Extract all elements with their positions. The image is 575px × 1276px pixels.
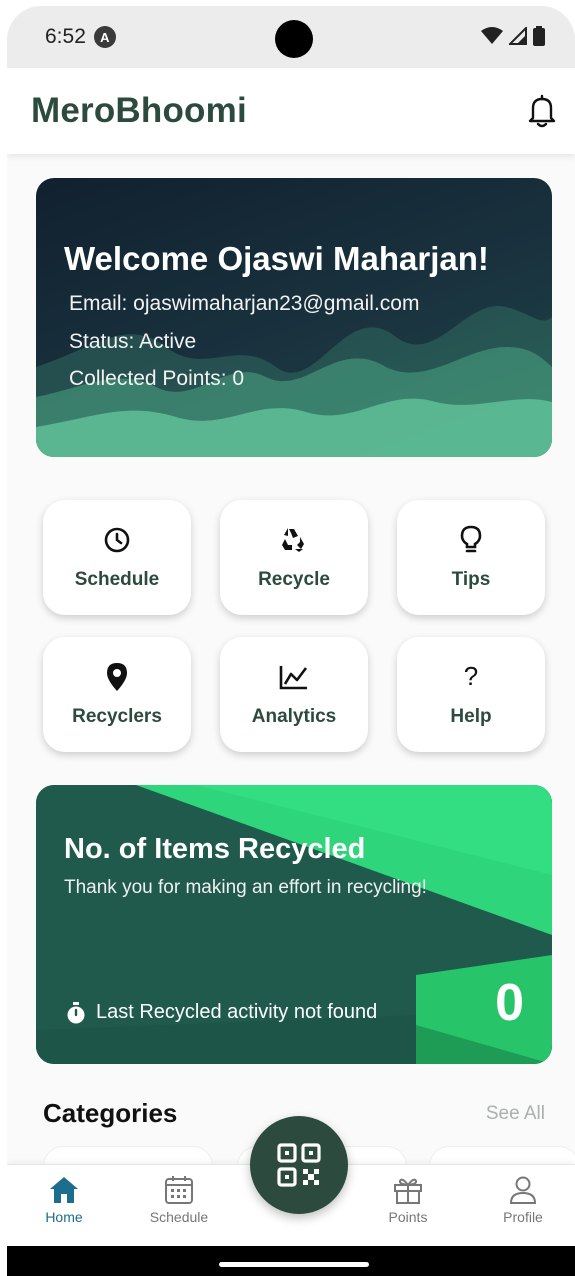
tile-recycle[interactable]: Recycle [220, 500, 368, 615]
phone-screen: 6:52 A MeroBhoomi Welcome Ojaswi Maharja… [7, 6, 575, 1276]
gesture-handle[interactable] [219, 1262, 369, 1267]
welcome-status: Status: Active [69, 330, 197, 353]
line-chart-icon [279, 662, 309, 692]
camera-cutout [275, 20, 313, 58]
tile-recyclers[interactable]: Recyclers [43, 637, 191, 752]
clock-icon [103, 525, 131, 555]
recycled-subtitle: Thank you for making an effort in recycl… [64, 877, 427, 898]
app-title: MeroBhoomi [31, 91, 247, 130]
welcome-title: Welcome Ojaswi Maharjan! [64, 240, 489, 277]
last-activity-text: Last Recycled activity not found [96, 1001, 378, 1023]
signal-icon [509, 27, 527, 45]
system-navigation-bar [7, 1246, 575, 1276]
nav-label: Schedule [149, 1209, 209, 1225]
items-recycled-card: No. of Items Recycled Thank you for maki… [36, 785, 552, 1064]
see-all-link[interactable]: See All [486, 1103, 545, 1125]
notification-badge-icon: A [93, 26, 116, 48]
nav-home[interactable]: Home [19, 1175, 109, 1225]
tile-tips[interactable]: Tips [397, 500, 545, 615]
bell-icon[interactable] [527, 94, 557, 128]
app-header: MeroBhoomi [7, 68, 575, 154]
status-icons [481, 26, 545, 46]
recycle-icon [279, 525, 309, 555]
welcome-points: Collected Points: 0 [69, 367, 245, 390]
location-pin-icon [106, 662, 128, 692]
tile-help[interactable]: ? Help [397, 637, 545, 752]
tile-label: Recycle [258, 568, 330, 590]
nav-label: Profile [503, 1209, 543, 1225]
qr-scan-button[interactable] [250, 1116, 348, 1214]
recycled-count: 0 [495, 974, 524, 1032]
calendar-icon [165, 1176, 193, 1204]
tile-schedule[interactable]: Schedule [43, 500, 191, 615]
welcome-email: Email: ojaswimaharjan23@gmail.com [69, 292, 420, 315]
battery-icon [533, 26, 545, 46]
nav-schedule[interactable]: Schedule [134, 1175, 224, 1225]
tile-label: Analytics [251, 705, 337, 727]
nav-label: Points [388, 1209, 428, 1225]
last-activity: Last Recycled activity not found [66, 1001, 377, 1024]
tile-label: Tips [451, 568, 491, 590]
tile-label: Recyclers [72, 705, 162, 727]
tile-analytics[interactable]: Analytics [220, 637, 368, 752]
user-icon [509, 1176, 537, 1204]
categories-title: Categories [43, 1098, 178, 1128]
qr-code-icon [277, 1143, 321, 1187]
status-time: 6:52 [45, 25, 86, 48]
tile-label: Schedule [74, 568, 160, 590]
welcome-card: Welcome Ojaswi Maharjan! Email: ojaswima… [36, 178, 552, 457]
wifi-icon [481, 27, 503, 44]
recycled-title: No. of Items Recycled [64, 833, 366, 865]
tile-label: Help [450, 705, 492, 727]
nav-points[interactable]: Points [363, 1175, 453, 1225]
home-icon [50, 1177, 78, 1203]
nav-label: Home [45, 1209, 83, 1225]
lightbulb-icon [459, 525, 483, 555]
stopwatch-icon [67, 1001, 85, 1023]
nav-profile[interactable]: Profile [478, 1175, 568, 1225]
status-bar: 6:52 A [7, 6, 575, 68]
gift-icon [394, 1178, 422, 1204]
question-mark-icon: ? [463, 661, 479, 691]
